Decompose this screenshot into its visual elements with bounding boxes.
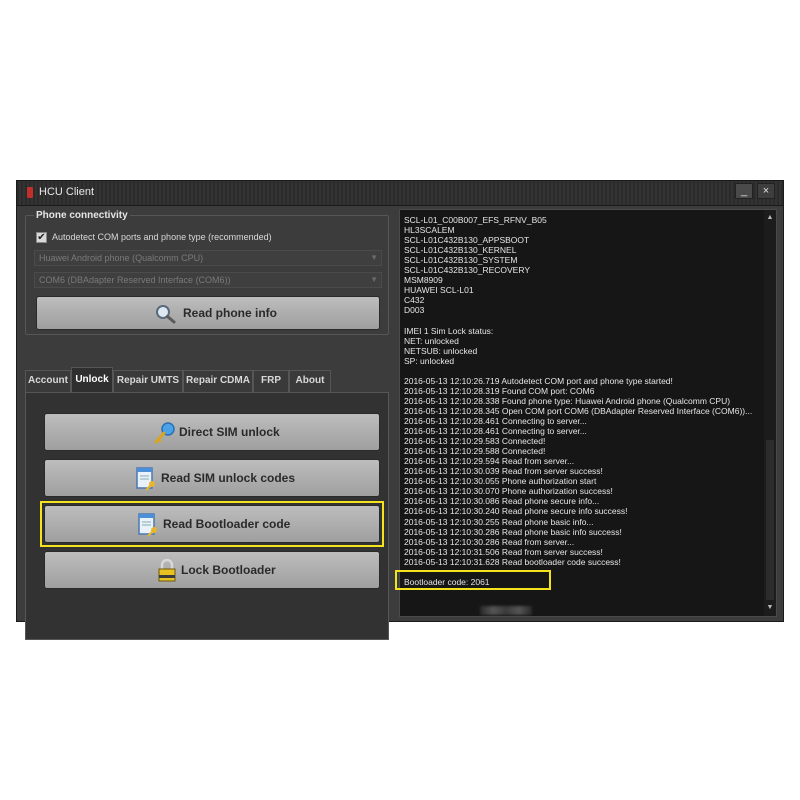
log-line: 2016-05-13 12:10:31.506 Read from server… <box>404 546 603 557</box>
log-line: 2016-05-13 12:10:28.461 Connecting to se… <box>404 416 587 426</box>
document-key-icon <box>136 467 155 491</box>
checkmark-icon: ✔ <box>37 232 46 243</box>
log-line: Bootloader code: 2061 <box>404 576 490 587</box>
log-line: MSM8909 <box>404 275 443 286</box>
tab-frp[interactable]: FRP <box>253 370 289 392</box>
document-key-icon <box>138 513 157 537</box>
log-line: IMEI 1 Sim Lock status: <box>404 325 494 336</box>
direct-sim-unlock-label: Direct SIM unlock <box>179 425 280 439</box>
log-line: 2016-05-13 12:10:30.055 Phone authorizat… <box>404 476 597 487</box>
log-line: 2016-05-13 12:10:31.628 Read bootloader … <box>404 556 621 567</box>
close-button[interactable]: × <box>757 183 775 199</box>
log-line: SCL-L01C432B130_APPSBOOT <box>404 235 530 246</box>
log-line: 2016-05-13 12:10:29.588 Connected! <box>404 446 546 457</box>
window-title: HCU Client <box>39 186 95 198</box>
scroll-up-arrow-icon[interactable]: ▲ <box>764 212 776 224</box>
key-icon <box>154 422 175 444</box>
redacted-value <box>480 606 532 615</box>
log-line: 2016-05-13 12:10:30.039 Read from server… <box>404 466 603 477</box>
log-line: SP: unlocked <box>404 355 455 366</box>
log-line: 2016-05-13 12:10:29.594 Read from server… <box>404 456 575 467</box>
log-line: SCL-L01C432B130_SYSTEM <box>404 255 518 266</box>
tab-about[interactable]: About <box>289 370 331 392</box>
minimize-button[interactable]: _ <box>735 183 753 199</box>
chevron-down-icon: ▼ <box>370 275 378 284</box>
read-bootloader-code-label: Read Bootloader code <box>163 517 291 531</box>
log-line: 2016-05-13 12:10:29.583 Connected! <box>404 436 546 447</box>
read-phone-info-button[interactable]: Read phone info <box>36 296 380 330</box>
log-scrollbar[interactable]: ▲ ▼ <box>764 210 776 616</box>
app-window: HCU Client _ × Phone connectivity ✔ Auto… <box>16 180 784 640</box>
left-pane: Phone connectivity ✔ Autodetect COM port… <box>25 209 391 640</box>
tab-repair-cdma[interactable]: Repair CDMA <box>183 370 253 392</box>
chevron-down-icon: ▼ <box>370 253 378 262</box>
phone-type-select[interactable]: Huawei Android phone (Qualcomm CPU) ▼ <box>34 250 382 266</box>
log-line: C432 <box>404 295 425 306</box>
read-phone-info-label: Read phone info <box>183 306 277 320</box>
autodetect-checkbox[interactable]: ✔ <box>36 232 47 243</box>
magnifier-icon <box>156 305 176 324</box>
autodetect-label: Autodetect COM ports and phone type (rec… <box>52 232 272 242</box>
log-line: 2016-05-13 12:10:28.345 Open COM port CO… <box>404 405 753 416</box>
phone-connectivity-group: Phone connectivity ✔ Autodetect COM port… <box>25 210 389 335</box>
log-line: 2016-05-13 12:10:30.070 Phone authorizat… <box>404 486 613 497</box>
lock-bootloader-button[interactable]: Lock Bootloader <box>44 551 380 589</box>
log-line: 2016-05-13 12:10:26.719 Autodetect COM p… <box>404 375 673 386</box>
scroll-thumb[interactable] <box>766 440 774 600</box>
padlock-icon <box>158 558 176 582</box>
log-line: NETSUB: unlocked <box>404 345 478 356</box>
log-line: HL3SCALEM <box>404 225 455 236</box>
log-line: SCL-L01C432B130_KERNEL <box>404 245 517 256</box>
log-line: 2016-05-13 12:10:30.240 Read phone secur… <box>404 506 628 517</box>
tab-unlock[interactable]: Unlock <box>71 367 113 392</box>
log-line: 2016-05-13 12:10:30.086 Read phone secur… <box>404 496 600 507</box>
log-line: 2016-05-13 12:10:28.338 Found phone type… <box>404 395 731 406</box>
title-bar[interactable]: HCU Client _ × <box>17 181 783 206</box>
com-port-select[interactable]: COM6 (DBAdapter Reserved Interface (COM6… <box>34 272 382 288</box>
log-line: 2016-05-13 12:10:30.286 Read phone basic… <box>404 526 622 537</box>
log-line: 2016-05-13 12:10:28.319 Found COM port: … <box>404 385 595 396</box>
tab-repair-umts[interactable]: Repair UMTS <box>113 370 183 392</box>
read-sim-unlock-codes-label: Read SIM unlock codes <box>161 471 296 485</box>
log-line: 2016-05-13 12:10:30.286 Read from server… <box>404 536 575 547</box>
log-line: 2016-05-13 12:10:28.461 Connecting to se… <box>404 426 587 437</box>
log-line: NET: unlocked <box>404 335 459 346</box>
com-port-value: COM6 (DBAdapter Reserved Interface (COM6… <box>39 275 231 285</box>
group-title: Phone connectivity <box>34 210 130 221</box>
phone-type-value: Huawei Android phone (Qualcomm CPU) <box>39 253 204 263</box>
read-sim-unlock-codes-button[interactable]: Read SIM unlock codes <box>44 459 380 497</box>
log-line: SCL-L01C432B130_RECOVERY <box>404 265 530 276</box>
app-logo-icon <box>27 187 33 198</box>
log-line: 2016-05-13 12:10:30.255 Read phone basic… <box>404 516 594 527</box>
lock-bootloader-label: Lock Bootloader <box>181 563 276 577</box>
log-output[interactable]: SCL-L01_C00B007_EFS_RFNV_B05 HL3SCALEM SCL… <box>399 209 777 617</box>
log-line: SCL-L01_C00B007_EFS_RFNV_B05 <box>404 215 547 225</box>
log-line: D003 <box>404 305 425 316</box>
scroll-down-arrow-icon[interactable]: ▼ <box>764 602 776 614</box>
unlock-tab-panel: Direct SIM unlock Read SIM unlock codes <box>25 392 389 640</box>
tab-bar: Account Unlock Repair UMTS Repair CDMA F… <box>25 367 389 392</box>
log-line: HUAWEI SCL-L01 <box>404 285 474 296</box>
read-bootloader-code-button[interactable]: Read Bootloader code <box>44 505 380 543</box>
tab-account[interactable]: Account <box>25 370 71 392</box>
direct-sim-unlock-button[interactable]: Direct SIM unlock <box>44 413 380 451</box>
